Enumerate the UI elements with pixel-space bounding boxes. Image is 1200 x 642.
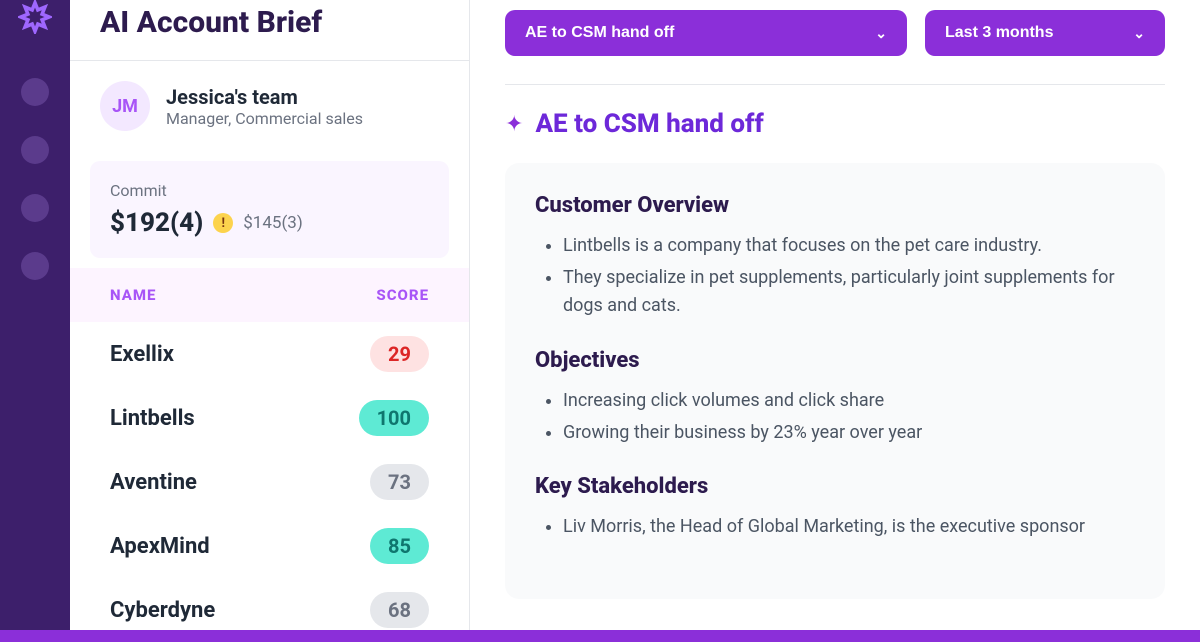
brief-section-title: Key Stakeholders: [535, 474, 1135, 499]
nav-item[interactable]: [21, 136, 49, 164]
brief-section: Key Stakeholders Liv Morris, the Head of…: [535, 474, 1135, 541]
brief-section: Objectives Increasing click volumes and …: [535, 348, 1135, 447]
filter-label: Last 3 months: [945, 24, 1053, 42]
brief-list: Lintbells is a company that focuses on t…: [535, 232, 1135, 320]
score-badge: 100: [359, 400, 429, 436]
list-item: Increasing click volumes and click share: [563, 387, 1135, 415]
score-badge: 68: [370, 592, 429, 628]
table-row[interactable]: Lintbells 100: [70, 386, 469, 450]
brief-heading-text: AE to CSM hand off: [535, 109, 763, 139]
team-name: Jessica's team: [166, 85, 363, 109]
brief-list: Increasing click volumes and click share…: [535, 387, 1135, 447]
commit-value: $192(4): [110, 208, 203, 238]
row-name: Cyberdyne: [110, 598, 215, 623]
filter-label: AE to CSM hand off: [525, 24, 674, 42]
team-role: Manager, Commercial sales: [166, 109, 363, 128]
row-name: Aventine: [110, 470, 197, 495]
sparkle-icon: ✦: [505, 112, 523, 137]
commit-card: Commit $192(4) ! $145(3): [90, 161, 449, 258]
brief-section: Customer Overview Lintbells is a company…: [535, 193, 1135, 320]
team-section: JM Jessica's team Manager, Commercial sa…: [70, 60, 469, 151]
brief-section-title: Customer Overview: [535, 193, 1135, 218]
avatar: JM: [100, 81, 150, 131]
left-panel: AI Account Brief JM Jessica's team Manag…: [70, 0, 470, 630]
list-item: Lintbells is a company that focuses on t…: [563, 232, 1135, 260]
col-score: SCORE: [376, 286, 429, 304]
brief-list: Liv Morris, the Head of Global Marketing…: [535, 513, 1135, 541]
list-item: Growing their business by 23% year over …: [563, 419, 1135, 447]
table-row[interactable]: ApexMind 85: [70, 514, 469, 578]
row-name: Exellix: [110, 342, 174, 367]
view-filter[interactable]: AE to CSM hand off ⌄: [505, 10, 907, 56]
score-badge: 73: [370, 464, 429, 500]
table-row[interactable]: Aventine 73: [70, 450, 469, 514]
app-logo-icon: [18, 0, 52, 38]
col-name: NAME: [110, 286, 156, 304]
nav-item[interactable]: [21, 78, 49, 106]
filter-bar: AE to CSM hand off ⌄ Last 3 months ⌄: [505, 10, 1165, 85]
brief-card: Customer Overview Lintbells is a company…: [505, 163, 1165, 599]
list-item: Liv Morris, the Head of Global Marketing…: [563, 513, 1135, 541]
row-name: ApexMind: [110, 534, 210, 559]
table-row[interactable]: Cyberdyne 68: [70, 578, 469, 642]
nav-item[interactable]: [21, 252, 49, 280]
list-item: They specialize in pet supplements, part…: [563, 264, 1135, 320]
table-header: NAME SCORE: [70, 268, 469, 322]
chevron-down-icon: ⌄: [875, 25, 887, 42]
nav-item[interactable]: [21, 194, 49, 222]
commit-secondary: $145(3): [243, 213, 303, 233]
chevron-down-icon: ⌄: [1133, 25, 1145, 42]
brief-heading: ✦ AE to CSM hand off: [505, 85, 1165, 163]
table-row[interactable]: Exellix 29: [70, 322, 469, 386]
right-panel: AE to CSM hand off ⌄ Last 3 months ⌄ ✦ A…: [470, 0, 1200, 630]
page-title: AI Account Brief: [70, 0, 469, 60]
commit-label: Commit: [110, 181, 429, 200]
row-name: Lintbells: [110, 406, 195, 431]
score-badge: 85: [370, 528, 429, 564]
warning-icon: !: [213, 213, 233, 233]
score-badge: 29: [370, 336, 429, 372]
range-filter[interactable]: Last 3 months ⌄: [925, 10, 1165, 56]
sidebar: [0, 0, 70, 630]
brief-section-title: Objectives: [535, 348, 1135, 373]
